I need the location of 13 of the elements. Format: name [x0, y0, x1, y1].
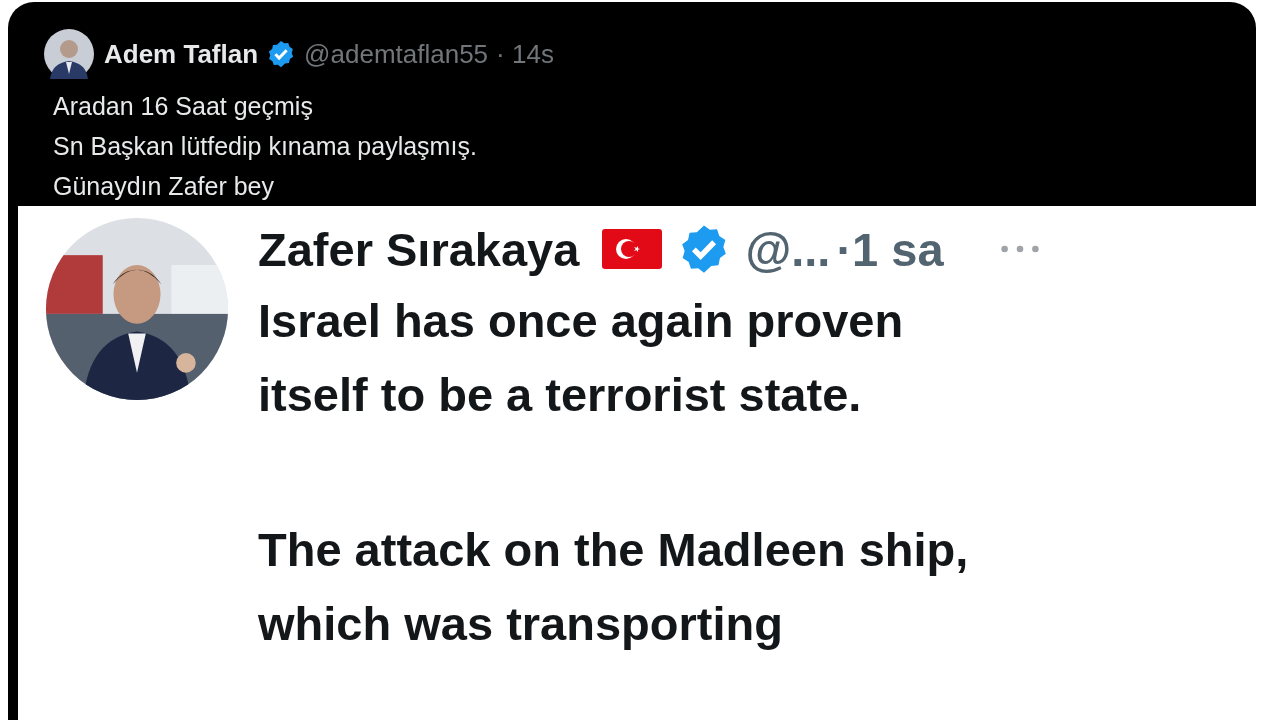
quoted-post-time: ·1 sa: [836, 221, 944, 277]
post-text: Günaydın Zafer bey: [53, 171, 275, 202]
post-text: Sn Başkan lütfedip kınama paylaşmış.: [53, 131, 478, 162]
post-text: Aradan 16 Saat geçmiş: [53, 91, 314, 122]
quoted-post-text: Israel has once again proven: [258, 293, 905, 349]
author-name[interactable]: Adem Taflan: [104, 38, 259, 70]
quoted-author-name: Zafer Sırakaya: [258, 221, 580, 277]
quoted-post-text: which was transporting: [258, 596, 784, 652]
quoted-post-text: The attack on the Madleen ship,: [258, 522, 970, 578]
quoted-author-handle: @...: [745, 221, 831, 277]
author-handle[interactable]: @ademtaflan55: [304, 38, 489, 70]
post-time[interactable]: · 14s: [496, 38, 554, 70]
quoted-post-text: itself to be a terrorist state.: [258, 367, 863, 423]
